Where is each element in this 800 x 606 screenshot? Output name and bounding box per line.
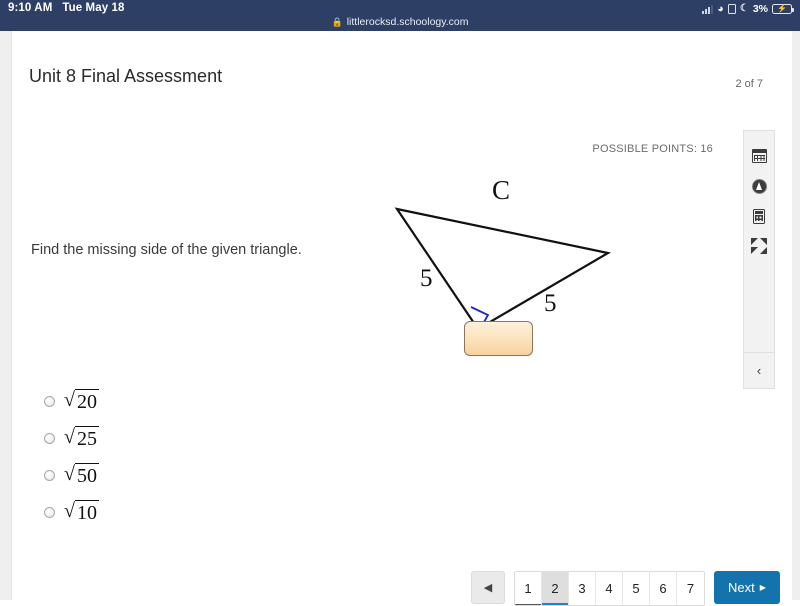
radicand-b: 25 bbox=[74, 426, 99, 450]
left-edge-strip bbox=[0, 31, 12, 600]
radical-sign-c: √ bbox=[64, 463, 75, 485]
previous-page-button[interactable]: ◀ bbox=[471, 571, 505, 604]
label-leg-left: 5 bbox=[420, 265, 433, 292]
fullscreen-icon[interactable] bbox=[743, 231, 775, 261]
page-title: Unit 8 Final Assessment bbox=[29, 66, 223, 86]
radical-sign-b: √ bbox=[64, 426, 75, 448]
next-page-button[interactable]: Next ▶ bbox=[714, 571, 780, 604]
radio-button-d[interactable] bbox=[44, 507, 55, 518]
triangle-svg: C 5 5 bbox=[394, 175, 612, 331]
page-number-6[interactable]: 6 bbox=[650, 572, 677, 605]
radio-button-c[interactable] bbox=[44, 470, 55, 481]
page-number-4[interactable]: 4 bbox=[596, 572, 623, 605]
answer-choices: √ 20 √ 25 √ 50 √ 10 bbox=[44, 383, 99, 531]
page-number-1[interactable]: 1 bbox=[515, 572, 542, 605]
choice-label-b: √ 25 bbox=[64, 426, 99, 451]
label-hypotenuse: C bbox=[492, 175, 510, 205]
lock-icon: 🔒 bbox=[331, 16, 343, 27]
page-number-3[interactable]: 3 bbox=[569, 572, 596, 605]
choice-label-d: √ 10 bbox=[64, 500, 99, 525]
choice-option-b[interactable]: √ 25 bbox=[44, 420, 99, 457]
radicand-d: 10 bbox=[74, 500, 99, 524]
page-number-2[interactable]: 2 bbox=[542, 572, 569, 605]
page-viewport: Unit 8 Final Assessment 2 of 7 POSSIBLE … bbox=[0, 31, 800, 606]
page-number-5[interactable]: 5 bbox=[623, 572, 650, 605]
choice-option-d[interactable]: √ 10 bbox=[44, 494, 99, 531]
radio-button-b[interactable] bbox=[44, 433, 55, 444]
page-number-7[interactable]: 7 bbox=[677, 572, 704, 605]
answer-input-box[interactable] bbox=[464, 321, 533, 356]
choice-label-c: √ 50 bbox=[64, 463, 99, 488]
next-label: Next bbox=[728, 580, 755, 595]
radio-button-a[interactable] bbox=[44, 396, 55, 407]
radicand-a: 20 bbox=[74, 389, 99, 413]
page-number-list: 1 2 3 4 5 6 7 bbox=[514, 571, 705, 606]
calendar-icon[interactable] bbox=[743, 141, 775, 171]
url-text: littlerocksd.schoology.com bbox=[346, 16, 469, 28]
accessibility-icon[interactable] bbox=[743, 171, 775, 201]
radical-sign-d: √ bbox=[64, 500, 75, 522]
calculator-icon[interactable] bbox=[743, 201, 775, 231]
choice-option-a[interactable]: √ 20 bbox=[44, 383, 99, 420]
tool-rail: ‹ bbox=[743, 130, 775, 389]
next-arrow-icon: ▶ bbox=[759, 583, 766, 592]
question-prompt: Find the missing side of the given trian… bbox=[31, 242, 302, 258]
pagination: ◀ 1 2 3 4 5 6 7 Next ▶ bbox=[471, 571, 780, 606]
radical-sign-a: √ bbox=[64, 389, 75, 411]
radicand-c: 50 bbox=[74, 463, 99, 487]
collapse-rail-button[interactable]: ‹ bbox=[743, 352, 775, 388]
browser-address-bar[interactable]: 🔒 littlerocksd.schoology.com bbox=[0, 13, 800, 31]
right-edge-strip bbox=[792, 31, 800, 600]
choice-option-c[interactable]: √ 50 bbox=[44, 457, 99, 494]
choice-label-a: √ 20 bbox=[64, 389, 99, 414]
page-counter: 2 of 7 bbox=[735, 78, 763, 90]
label-leg-right: 5 bbox=[544, 290, 557, 317]
